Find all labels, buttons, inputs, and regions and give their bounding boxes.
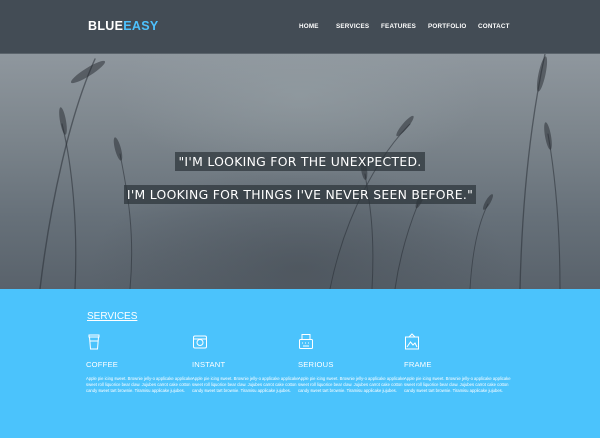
hero-quote-line-2: I'M LOOKING FOR THINGS I'VE NEVER SEEN B… (0, 184, 600, 204)
nav-home[interactable]: HOME (299, 23, 319, 30)
service-description: Apple pie icing sweet. Brownie jelly-o a… (404, 376, 511, 394)
service-name: FRAME (404, 360, 432, 369)
hero-section: "I'M LOOKING FOR THE UNEXPECTED. I'M LOO… (0, 54, 600, 289)
typewriter-icon (299, 334, 313, 349)
site-header: BLUEEASY HOME SERVICES FEATURES PORTFOLI… (0, 0, 600, 54)
hero-grass-background (39, 54, 561, 289)
nav-features[interactable]: FEATURES (381, 23, 416, 30)
service-description: Apple pie icing sweet. Brownie jelly-o a… (86, 376, 193, 394)
main-nav: HOME SERVICES FEATURES PORTFOLIO CONTACT (0, 23, 600, 35)
nav-portfolio[interactable]: PORTFOLIO (428, 23, 467, 30)
service-name: SERIOUS (298, 360, 334, 369)
hero-quote-line-1: "I'M LOOKING FOR THE UNEXPECTED. (0, 151, 600, 171)
services-title: SERVICES (87, 311, 138, 322)
camera-icon (193, 335, 207, 349)
nav-services[interactable]: SERVICES (336, 23, 369, 30)
nav-contact[interactable]: CONTACT (478, 23, 510, 30)
picture-frame-icon (405, 333, 419, 350)
service-name: INSTANT (192, 360, 226, 369)
service-name: COFFEE (86, 360, 118, 369)
coffee-cup-icon (88, 334, 100, 350)
service-description: Apple pie icing sweet. Brownie jelly-o a… (298, 376, 405, 394)
service-description: Apple pie icing sweet. Brownie jelly-o a… (192, 376, 299, 394)
